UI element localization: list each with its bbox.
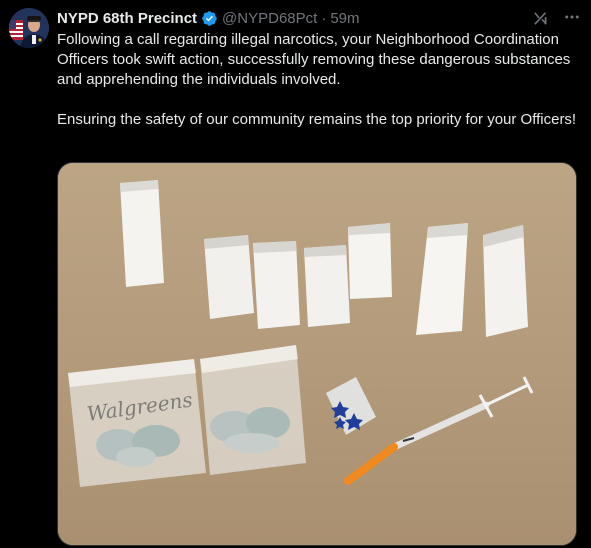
avatar-image [9, 8, 49, 48]
author-name[interactable]: NYPD 68th Precinct [57, 10, 197, 27]
paper-envelope [253, 241, 300, 329]
evidence-photo: Walgreens [58, 163, 576, 545]
separator-dot: · [321, 9, 327, 27]
more-options-icon[interactable] [563, 8, 581, 29]
author-handle[interactable]: @NYPD68Pct [222, 10, 317, 27]
tweet-text: Following a call regarding illegal narco… [57, 30, 581, 130]
tweet-media-photo[interactable]: Walgreens [57, 162, 577, 546]
verified-badge-icon[interactable] [201, 10, 218, 27]
tweet-paragraph: Following a call regarding illegal narco… [57, 31, 571, 88]
zip-bag: Walgreens [68, 359, 206, 487]
paper-envelope [304, 245, 350, 327]
author-avatar[interactable] [9, 8, 49, 48]
tweet-header: NYPD 68th Precinct @NYPD68Pct · 59m [57, 7, 581, 29]
grok-icon[interactable] [531, 9, 549, 27]
paper-envelope [483, 225, 528, 337]
timestamp[interactable]: 59m [330, 10, 359, 27]
paper-envelope [348, 223, 392, 299]
paper-envelope [120, 180, 164, 287]
paper-envelope [204, 235, 254, 319]
header-actions [531, 7, 581, 29]
tweet-paragraph: Ensuring the safety of our community rem… [57, 111, 577, 128]
zip-bag [200, 345, 306, 475]
